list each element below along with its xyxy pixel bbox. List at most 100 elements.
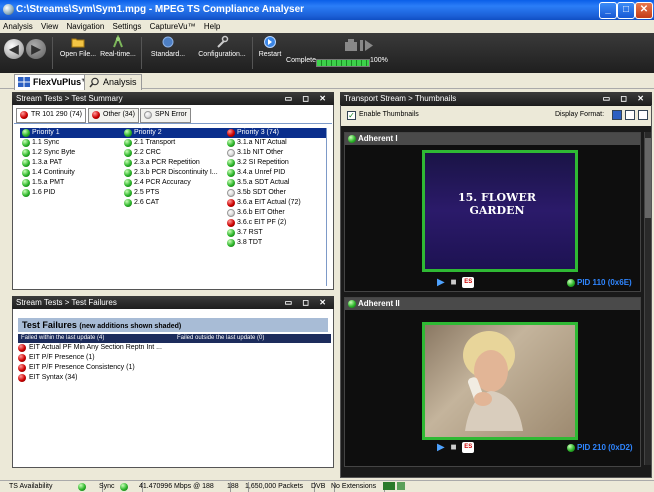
column-within-update: Failed within the last update (4) xyxy=(18,334,175,343)
complete-label: Complete xyxy=(286,57,316,64)
menu-view[interactable]: View xyxy=(41,22,58,31)
error-status-icon xyxy=(18,374,26,382)
thumbnail-card: Adherent I 15. FLOWER GARDEN ▶ ■ ES PID … xyxy=(344,132,641,292)
test-item[interactable]: 3.6.b EIT Other xyxy=(225,208,326,218)
ok-status-icon xyxy=(124,179,132,187)
toolbar-separator xyxy=(252,37,253,69)
stop-icon[interactable]: ■ xyxy=(450,442,456,453)
thumbnail-card: Adherent II ▶ ■ ES PID 210 (0xD2) xyxy=(344,297,641,467)
toolbar-separator xyxy=(141,37,142,69)
play-icon[interactable]: ▶ xyxy=(437,442,445,453)
priority-1-column: Priority 1 1.1 Sync 1.2 Sync Byte 1.3.a PAT… xyxy=(20,128,123,286)
back-button[interactable]: ◀ xyxy=(4,39,24,59)
window-titlebar: C:\Streams\Sym\Sym1.mpg - MPEG TS Compli… xyxy=(0,0,654,20)
inactive-status-icon xyxy=(227,209,235,217)
error-status-icon xyxy=(227,219,235,227)
test-item[interactable]: 2.3.a PCR Repetition xyxy=(122,158,225,168)
test-item[interactable]: 3.6.a EIT Actual (72) xyxy=(225,198,326,208)
test-item[interactable]: 2.2 CRC xyxy=(122,148,225,158)
failure-item[interactable]: EIT P/F Presence Consistency (1) xyxy=(18,363,328,373)
ok-status-icon xyxy=(348,135,356,143)
failures-list: EIT Actual PF Min Any Section Reptn Int … xyxy=(18,343,328,383)
priority-column-header[interactable]: Priority 2 xyxy=(122,128,225,138)
panel-controls[interactable]: ▭ ◻ ✕ xyxy=(285,296,330,309)
test-item[interactable]: 3.1b NIT Other xyxy=(225,148,326,158)
ok-status-icon xyxy=(567,444,575,452)
thumbnails-scrollbar[interactable] xyxy=(644,132,651,465)
failures-columns: Failed within the last update (4) Failed… xyxy=(18,334,331,343)
format-single-button[interactable] xyxy=(612,110,622,120)
menu-settings[interactable]: Settings xyxy=(113,22,142,31)
test-item[interactable]: 1.3.a PAT xyxy=(20,158,122,168)
standard-button[interactable]: Standard... xyxy=(146,35,190,58)
wrench-icon xyxy=(217,35,229,48)
test-item[interactable]: 3.5.a SDT Actual xyxy=(225,178,326,188)
test-item[interactable]: 2.5 PTS xyxy=(122,188,225,198)
restart-button[interactable]: Restart xyxy=(256,35,284,58)
test-item[interactable]: 3.1.a NIT Actual xyxy=(225,138,326,148)
tab-analysis[interactable]: Analysis xyxy=(84,74,142,90)
splitter[interactable] xyxy=(12,290,334,295)
video-thumbnail[interactable] xyxy=(422,322,578,440)
test-item[interactable]: 1.1 Sync xyxy=(20,138,122,148)
tab-spn-error[interactable]: SPN Error xyxy=(140,108,191,123)
menu-capturevu[interactable]: CaptureVu™ xyxy=(150,22,196,31)
tab-flexvuplus[interactable]: FlexVuPlus™ xyxy=(14,74,96,90)
panel-controls[interactable]: ▭ ◻ ✕ xyxy=(603,92,648,105)
ok-status-icon xyxy=(227,139,235,147)
capture-play-icon[interactable] xyxy=(344,37,374,53)
playback-controls: ▶ ■ ES xyxy=(437,277,475,288)
panel-controls[interactable]: ▭ ◻ ✕ xyxy=(285,92,330,105)
test-item[interactable]: 3.5b SDT Other xyxy=(225,188,326,198)
stop-icon[interactable]: ■ xyxy=(450,277,456,288)
test-item[interactable]: 3.8 TDT xyxy=(225,238,326,248)
test-item[interactable]: 2.3.b PCR Discontinuity I... xyxy=(122,168,225,178)
forward-button[interactable]: ▶ xyxy=(26,39,46,59)
window-title: C:\Streams\Sym\Sym1.mpg - MPEG TS Compli… xyxy=(16,4,305,15)
test-item[interactable]: 2.1 Transport xyxy=(122,138,225,148)
menu-navigation[interactable]: Navigation xyxy=(66,22,104,31)
failure-item[interactable]: EIT Actual PF Min Any Section Reptn Int … xyxy=(18,343,328,353)
tab-other[interactable]: Other (34) xyxy=(88,108,139,123)
ok-status-icon xyxy=(227,159,235,167)
failure-item[interactable]: EIT Syntax (34) xyxy=(18,373,328,383)
test-item[interactable]: 1.2 Sync Byte xyxy=(20,148,122,158)
enable-thumbnails-checkbox[interactable]: ✓ xyxy=(347,111,356,120)
menu-help[interactable]: Help xyxy=(204,22,220,31)
ok-status-icon xyxy=(124,129,132,137)
minimize-button[interactable]: _ xyxy=(599,2,617,19)
open-file-button[interactable]: Open File... xyxy=(58,35,98,58)
format-grid-button[interactable] xyxy=(638,110,648,120)
failure-item[interactable]: EIT P/F Presence (1) xyxy=(18,353,328,363)
maximize-button[interactable]: □ xyxy=(617,2,635,19)
test-item[interactable]: 2.4 PCR Accuracy xyxy=(122,178,225,188)
scrollbar-thumb[interactable] xyxy=(645,138,651,218)
priority-2-column: Priority 2 2.1 Transport 2.2 CRC 2.3.a PCR … xyxy=(122,128,226,286)
es-icon[interactable]: ES xyxy=(462,442,475,453)
menu-analysis[interactable]: Analysis xyxy=(3,22,33,31)
ok-status-icon xyxy=(124,199,132,207)
close-button[interactable]: ✕ xyxy=(635,2,653,19)
test-item[interactable]: 1.5.a PMT xyxy=(20,178,122,188)
capture-icon[interactable] xyxy=(396,482,405,491)
test-item[interactable]: 3.4.a Unref PID xyxy=(225,168,326,178)
test-item[interactable]: 3.2 SI Repetition xyxy=(225,158,326,168)
es-icon[interactable]: ES xyxy=(462,277,475,288)
bitrate-graph-icon[interactable] xyxy=(383,482,395,491)
test-item[interactable]: 1.4 Continuity xyxy=(20,168,122,178)
format-list-button[interactable] xyxy=(625,110,635,120)
priority-column-header[interactable]: Priority 1 xyxy=(20,128,122,138)
priority-column-header[interactable]: Priority 3 (74) xyxy=(225,128,326,138)
tab-tr101290[interactable]: TR 101 290 (74) xyxy=(16,108,86,123)
toolbar: ◀ ▶ Open File... Real-time... Standard..… xyxy=(0,33,654,73)
test-item[interactable]: 2.6 CAT xyxy=(122,198,225,208)
play-icon[interactable]: ▶ xyxy=(437,277,445,288)
video-thumbnail[interactable]: 15. FLOWER GARDEN xyxy=(422,150,578,272)
test-item[interactable]: 3.6.c EIT PF (2) xyxy=(225,218,326,228)
realtime-button[interactable]: Real-time... xyxy=(98,35,138,58)
globe-icon xyxy=(162,36,174,48)
app-icon xyxy=(3,4,14,15)
test-item[interactable]: 1.6 PID xyxy=(20,188,122,198)
test-item[interactable]: 3.7 RST xyxy=(225,228,326,238)
configuration-button[interactable]: Configuration... xyxy=(194,35,250,58)
